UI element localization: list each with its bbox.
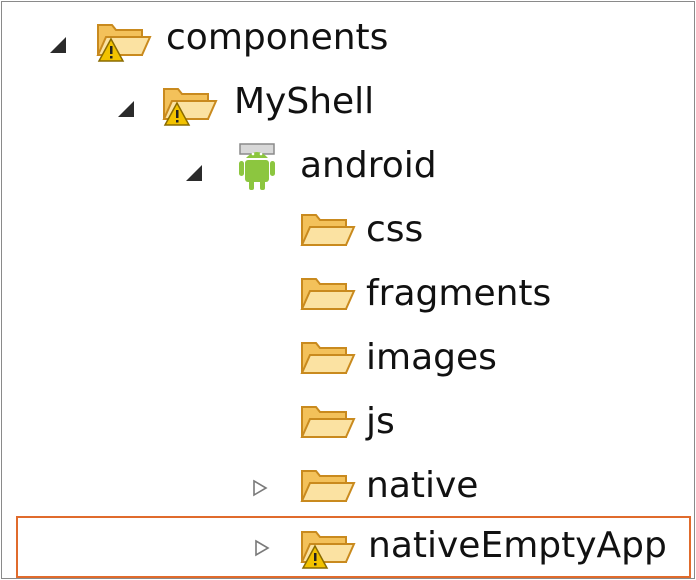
- folder-icon: [298, 273, 356, 317]
- tree-item-native[interactable]: native: [2, 458, 694, 518]
- tree-item-css[interactable]: css: [2, 202, 694, 262]
- tree-item-label: js: [366, 401, 395, 442]
- tree-item-myshell[interactable]: MyShell: [2, 74, 694, 134]
- folder-icon: [298, 465, 356, 509]
- tree-item-android[interactable]: android: [2, 138, 694, 198]
- tree-item-nativeemptyapp[interactable]: nativeEmptyApp: [16, 516, 691, 578]
- collapsed-triangle-icon[interactable]: [252, 538, 272, 558]
- tree-item-label: android: [300, 145, 437, 186]
- collapsed-triangle-icon[interactable]: [250, 478, 270, 498]
- tree-item-label: images: [366, 337, 497, 378]
- expanded-triangle-icon[interactable]: [184, 163, 204, 183]
- folder-icon: [298, 401, 356, 445]
- tree-item-label: nativeEmptyApp: [368, 525, 667, 566]
- tree-item-label: css: [366, 209, 424, 250]
- tree-item-images[interactable]: images: [2, 330, 694, 390]
- project-explorer-tree[interactable]: components MyShell android css fragments…: [1, 1, 695, 579]
- tree-item-label: fragments: [366, 273, 552, 314]
- expanded-triangle-icon[interactable]: [116, 99, 136, 119]
- tree-item-label: MyShell: [234, 81, 375, 122]
- tree-item-js[interactable]: js: [2, 394, 694, 454]
- android-icon: [230, 140, 288, 192]
- folder-icon: [298, 337, 356, 381]
- warning-folder-icon: [160, 79, 218, 129]
- expanded-triangle-icon[interactable]: [48, 35, 68, 55]
- tree-item-components[interactable]: components: [2, 10, 694, 70]
- tree-item-label: components: [166, 17, 389, 58]
- tree-item-fragments[interactable]: fragments: [2, 266, 694, 326]
- folder-icon: [298, 209, 356, 253]
- tree-item-label: native: [366, 465, 479, 506]
- warning-folder-icon: [94, 15, 152, 65]
- warning-folder-icon: [298, 522, 356, 572]
